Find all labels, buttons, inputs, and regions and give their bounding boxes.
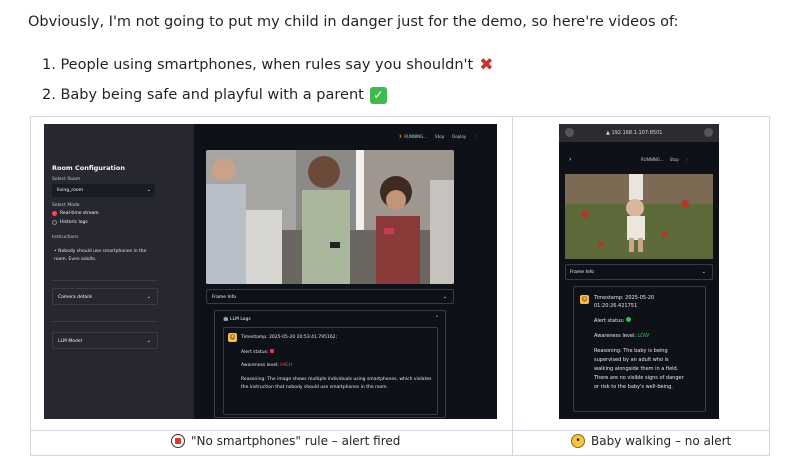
expander-label: Frame Info: [570, 270, 594, 275]
log-reasoning-2: supervised by an adult who is: [594, 357, 669, 363]
list-item-label: 2. Baby being safe and playful with a pa…: [42, 87, 364, 103]
log-reasoning-3: walking alongside them in a field.: [594, 366, 679, 372]
log-timestamp: Timestamp: 2025-05-20 20:53:41.795162;: [241, 335, 337, 340]
chevron-down-icon: ⌄: [146, 294, 151, 300]
video-list: 1. People using smartphones, when rules …: [42, 50, 493, 110]
frame-info-expander[interactable]: Frame Info ⌄: [565, 264, 713, 280]
power-icon[interactable]: [704, 128, 713, 137]
radio-selected-icon: [52, 211, 57, 216]
radio-label: Historic logs: [60, 220, 88, 225]
divider: [52, 280, 158, 281]
running-status: 🏃 RUNNING...: [398, 134, 428, 139]
video-frame-baby-walking: [565, 174, 713, 259]
log-alert: Alert status:: [241, 349, 274, 355]
list-item: 1. People using smartphones, when rules …: [42, 50, 493, 80]
expander-label: Frame Info: [212, 295, 236, 300]
main-menu-icon[interactable]: ⋮: [474, 134, 478, 139]
green-check-icon: ✓: [369, 86, 387, 104]
radio-historic[interactable]: Historic logs: [52, 220, 88, 225]
row-divider: [31, 430, 769, 431]
mode-label: Select Mode: [52, 203, 80, 208]
sidebar-title: Room Configuration: [52, 164, 125, 172]
frame-info-expander[interactable]: Frame Info ⌄: [206, 289, 454, 304]
llm-model-expander[interactable]: LLM Model ⌄: [52, 332, 158, 349]
room-label: Select Room: [52, 177, 81, 182]
desktop-screenshot: Room Configuration Select Room living_ro…: [44, 124, 497, 419]
red-alert-face-icon: [171, 434, 185, 448]
assistant-avatar-icon: ☺: [228, 333, 237, 342]
caption-smartphones: "No smartphones" rule – alert fired: [171, 434, 400, 448]
red-x-icon: ✖: [479, 55, 494, 75]
red-alert-icon: [269, 349, 274, 353]
chevron-down-icon: ⌄: [146, 187, 151, 193]
expander-label: LLM Model: [58, 339, 82, 344]
log-timestamp-2: 01:20:26.421751: [594, 303, 638, 309]
llm-log-message: ☺ Timestamp: 2025-05-20 01:20:26.421751 …: [573, 286, 706, 412]
llm-logs-header: 🤖 LLM Logs ⌃: [223, 316, 439, 322]
deploy-button[interactable]: Deploy: [452, 134, 466, 139]
stop-button[interactable]: Stop: [670, 157, 679, 162]
instructions-label: Instructions: [52, 235, 79, 240]
caption-baby: • Baby walking – no alert: [571, 434, 731, 448]
room-select[interactable]: living_room ⌄: [52, 184, 155, 197]
browser-url-bar[interactable]: ▲ 192.168.1.107:8501: [559, 124, 719, 142]
llm-logs-expander[interactable]: 🤖 LLM Logs ⌃ ☺ Timestamp: 2025-05-20 20:5…: [214, 310, 446, 418]
chevron-down-icon: ⌄: [146, 338, 151, 344]
green-status-icon: [626, 317, 632, 322]
camera-details-expander[interactable]: Camera details ⌄: [52, 288, 158, 305]
instruction-text: • Nobody should use smartphones in the r…: [54, 249, 147, 262]
running-status: RUNNING...: [641, 157, 664, 162]
log-reasoning-1: Reasoning: The baby is being: [594, 348, 668, 354]
log-awareness: Awareness level: HIGH: [241, 363, 292, 368]
main-menu-icon[interactable]: ⋮: [685, 157, 689, 162]
log-awareness: Awareness level: LOW: [594, 333, 650, 339]
log-reasoning-2: the instruction that nobody should use s…: [241, 385, 389, 390]
stop-button[interactable]: Stop: [435, 134, 444, 139]
divider: [52, 321, 158, 322]
sidebar-toggle-icon[interactable]: ›: [569, 156, 571, 163]
radio-unselected-icon: [52, 220, 57, 225]
assistant-avatar-icon: ☺: [580, 295, 589, 304]
expander-label: Camera details: [58, 295, 93, 300]
caption-text: "No smartphones" rule – alert fired: [191, 434, 401, 448]
column-divider: [512, 117, 513, 455]
baby-face-icon: •: [571, 434, 585, 448]
log-reasoning-4: There are no visible signs of danger: [594, 375, 684, 381]
chevron-up-icon: ⌃: [435, 316, 439, 321]
phone-screenshot: ▲ 192.168.1.107:8501 › RUNNING... Stop ⋮: [559, 124, 719, 419]
chevron-down-icon: ⌄: [442, 294, 447, 300]
chevron-down-icon: ⌄: [701, 269, 706, 275]
video-frame-people-smartphones: [206, 150, 454, 284]
log-reasoning-1: Reasoning: The image shows multiple indi…: [241, 377, 432, 382]
log-alert: Alert status:: [594, 317, 632, 325]
media-table: Room Configuration Select Room living_ro…: [30, 116, 770, 456]
url-text: ▲ 192.168.1.107:8501: [606, 130, 663, 136]
sidebar: Room Configuration Select Room living_ro…: [44, 124, 194, 419]
log-reasoning-5: or risk to the baby's well-being.: [594, 384, 673, 390]
list-item-label: 1. People using smartphones, when rules …: [42, 57, 474, 73]
browser-menu-icon[interactable]: [565, 128, 574, 137]
caption-text: Baby walking – no alert: [591, 434, 732, 448]
top-bar: 🏃 RUNNING... Stop Deploy ⋮: [398, 134, 478, 139]
radio-realtime[interactable]: Real-time stream: [52, 211, 99, 216]
llm-log-message: ☺ Timestamp: 2025-05-20 20:53:41.795162;…: [223, 327, 438, 415]
radio-label: Real-time stream: [60, 211, 99, 216]
list-item: 2. Baby being safe and playful with a pa…: [42, 80, 493, 110]
room-select-value: living_room: [57, 188, 84, 193]
phone-top-bar: › RUNNING... Stop ⋮: [569, 156, 709, 163]
intro-text: Obviously, I'm not going to put my child…: [28, 14, 679, 30]
log-timestamp-1: Timestamp: 2025-05-20: [594, 295, 655, 301]
